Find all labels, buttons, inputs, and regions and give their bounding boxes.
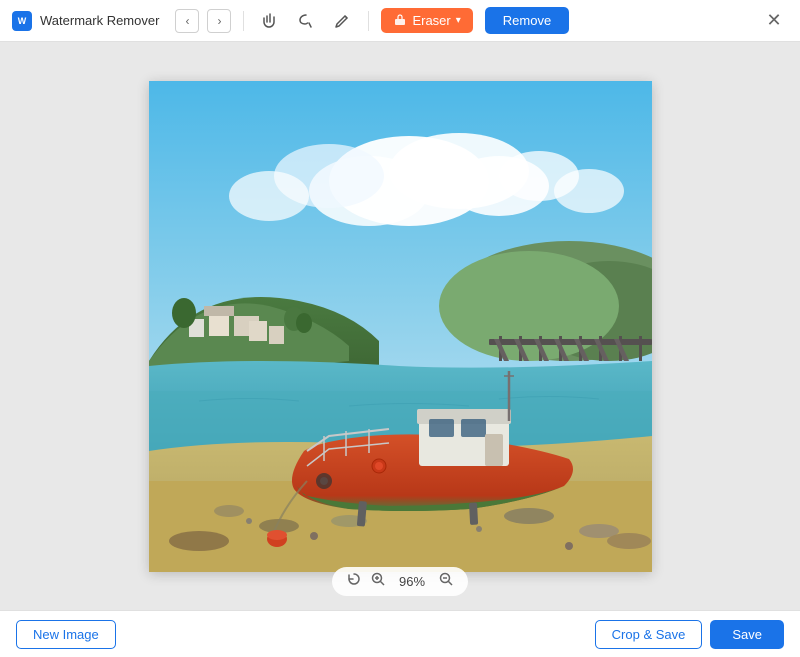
eraser-label: Eraser [412,13,450,28]
image-container [149,81,652,572]
bottom-bar: New Image Crop & Save Save [0,610,800,657]
separator-1 [243,11,244,31]
app-title: Watermark Remover [40,13,159,28]
forward-button[interactable]: › [207,9,231,33]
scene-svg [149,81,652,572]
eraser-chevron: ▾ [456,15,461,26]
crop-save-button[interactable]: Crop & Save [595,620,703,649]
separator-2 [368,11,369,31]
zoom-out-icon[interactable] [438,571,454,592]
svg-text:W: W [18,16,27,26]
remove-button[interactable]: Remove [485,7,569,34]
hand-tool-icon[interactable] [256,7,284,35]
close-button[interactable]: ✕ [760,7,788,35]
zoom-bar: 96% [332,567,468,596]
back-button[interactable]: ‹ [175,9,199,33]
titlebar: W Watermark Remover ‹ › Eraser ▾ Remove … [0,0,800,42]
new-image-button[interactable]: New Image [16,620,116,649]
reset-zoom-icon[interactable] [346,571,362,592]
zoom-in-icon[interactable] [370,571,386,592]
app-icon: W [12,11,32,31]
eraser-button[interactable]: Eraser ▾ [381,8,472,33]
canvas-area: 96% [0,42,800,610]
zoom-level: 96% [394,574,430,589]
bottom-right-actions: Crop & Save Save [595,620,784,649]
lasso-tool-icon[interactable] [292,7,320,35]
pen-tool-icon[interactable] [328,7,356,35]
save-button[interactable]: Save [710,620,784,649]
